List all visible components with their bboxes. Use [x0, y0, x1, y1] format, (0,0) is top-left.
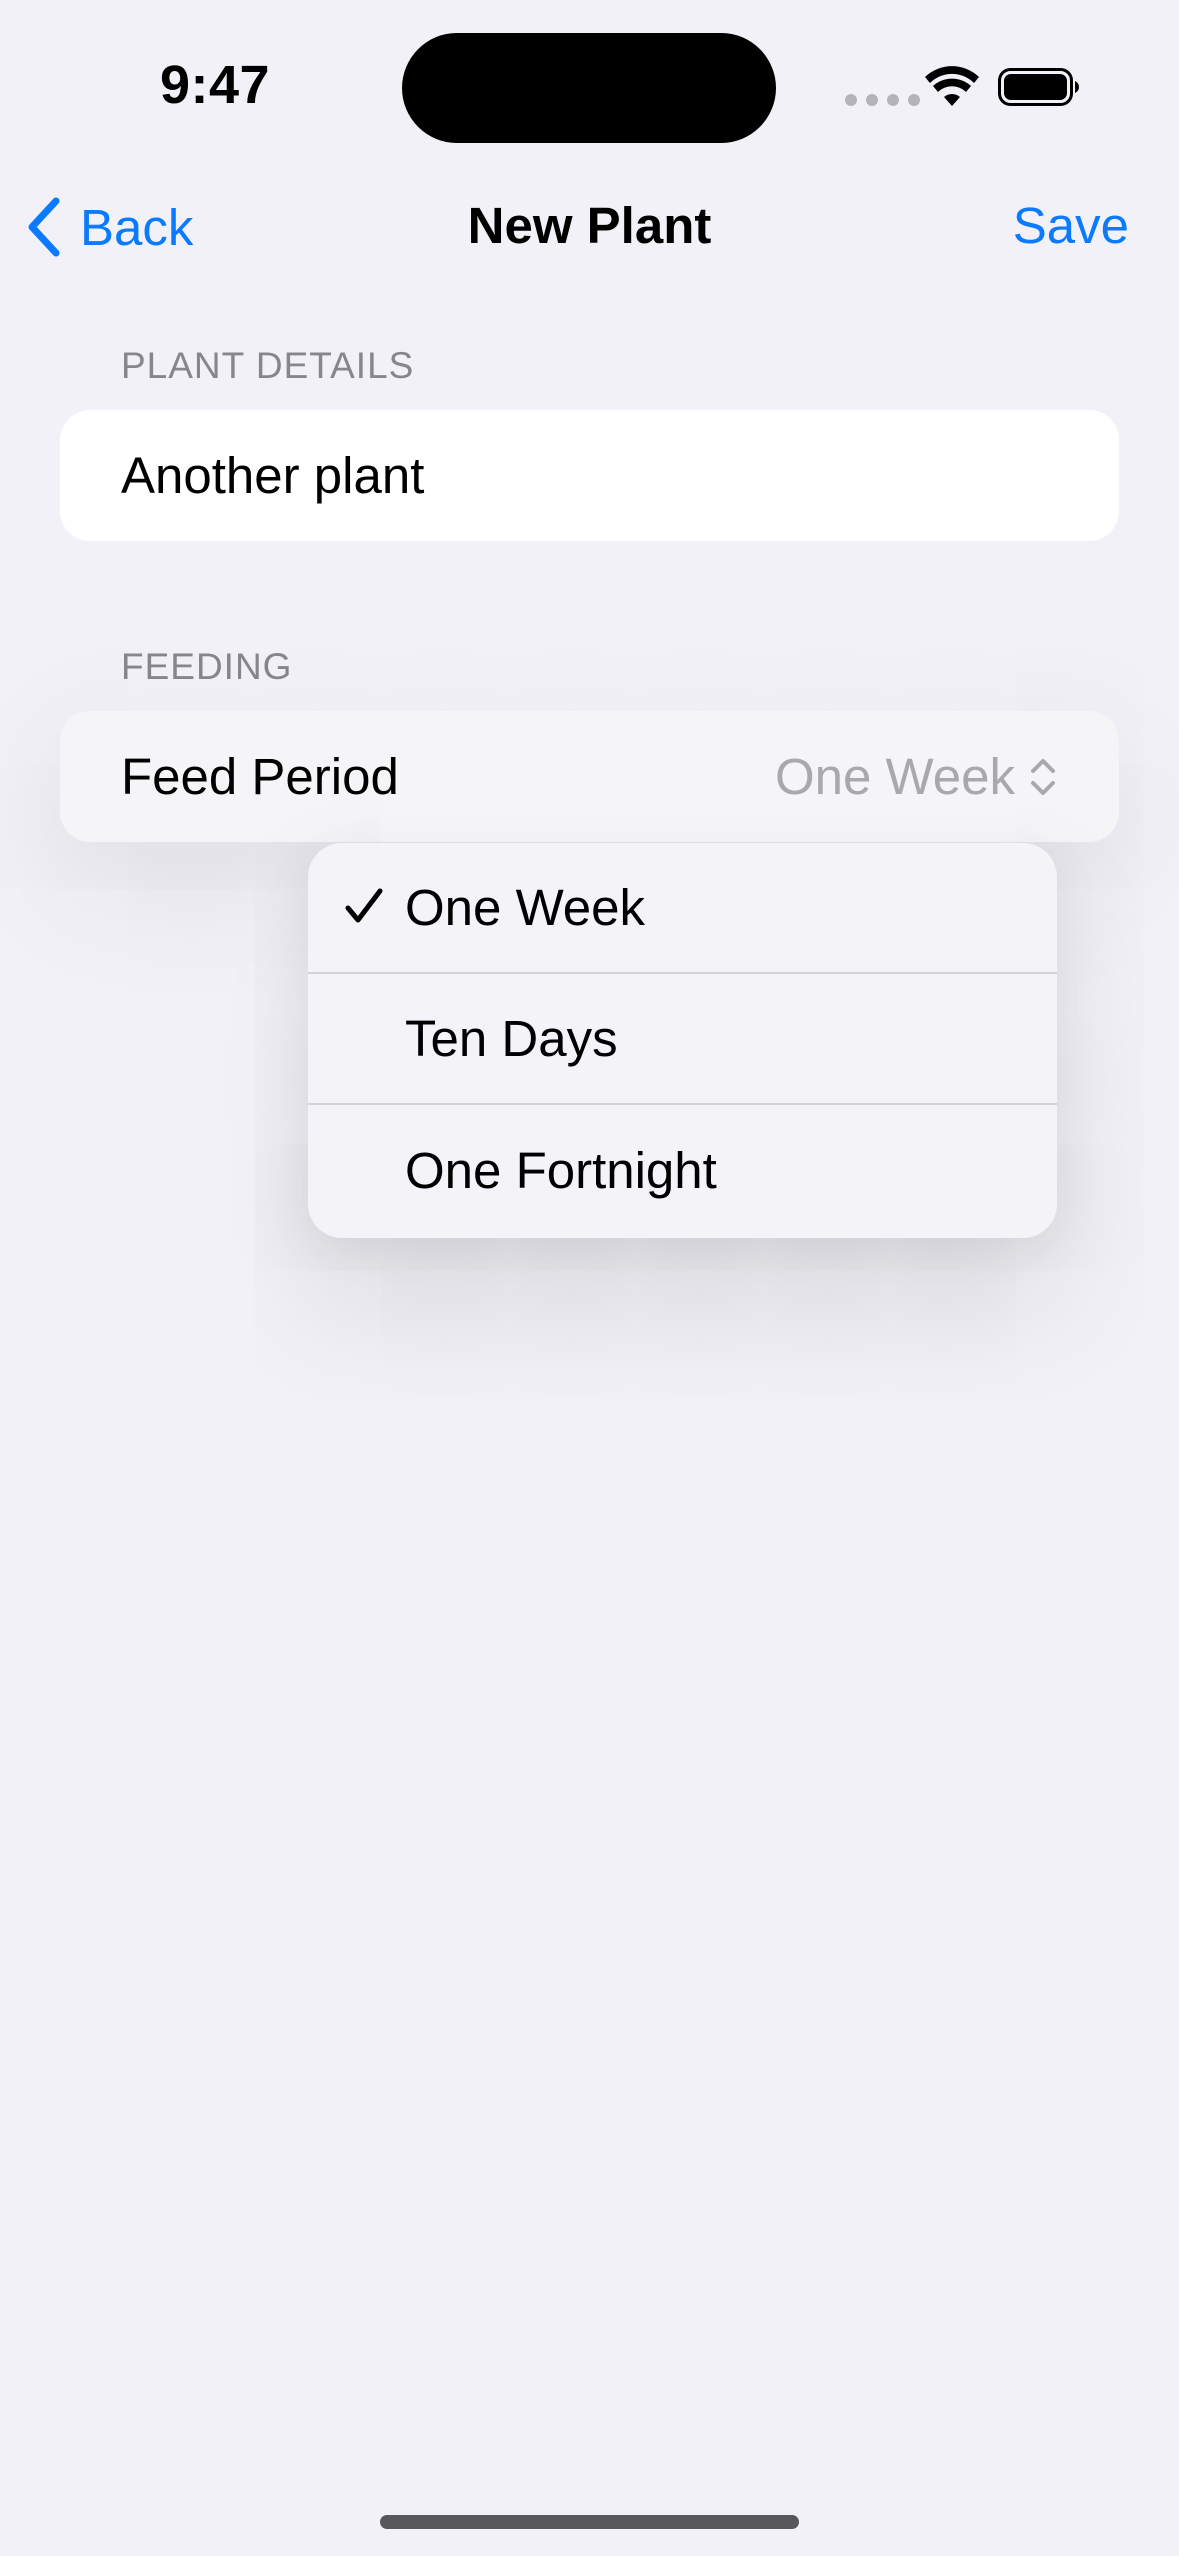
menu-item-ten-days[interactable]: Ten Days [308, 974, 1057, 1105]
battery-icon [998, 68, 1079, 106]
plant-details-header: PLANT DETAILS [121, 345, 415, 386]
plant-name-value: Another plant [121, 447, 425, 504]
menu-item-one-fortnight[interactable]: One Fortnight [308, 1105, 1057, 1236]
feed-period-value: One Week [774, 748, 1015, 805]
plant-name-field[interactable]: Another plant [60, 410, 1119, 541]
wifi-icon [925, 66, 979, 106]
dynamic-island [402, 33, 776, 143]
save-button[interactable]: Save [1013, 196, 1129, 255]
feed-period-label: Feed Period [121, 748, 399, 805]
menu-item-label: Ten Days [405, 1010, 618, 1067]
feed-period-row[interactable]: Feed Period One Week [60, 711, 1119, 842]
menu-item-one-week[interactable]: One Week [308, 843, 1057, 974]
cellular-signal-icon [845, 94, 920, 106]
chevron-up-down-icon [1031, 758, 1055, 795]
feed-period-picker[interactable]: One Week [775, 711, 1057, 842]
status-time: 9:47 [160, 55, 271, 115]
page-title: New Plant [467, 197, 712, 254]
menu-item-label: One Week [405, 879, 646, 936]
feed-period-menu: One Week Ten Days One Fortnight [308, 843, 1057, 1238]
home-indicator[interactable] [380, 2515, 799, 2529]
feeding-header: FEEDING [121, 646, 293, 687]
menu-item-label: One Fortnight [405, 1142, 717, 1199]
checkmark-icon [345, 888, 383, 923]
